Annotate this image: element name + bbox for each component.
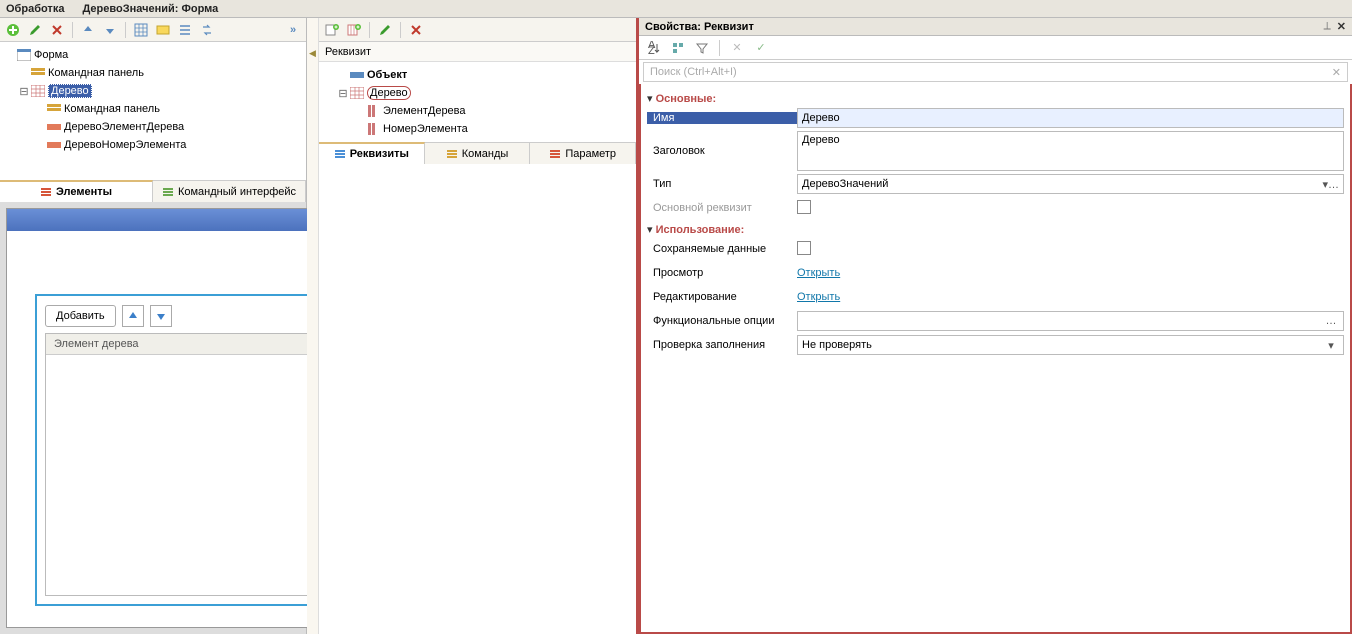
mid-tree: Объект ⊟ Дерево ЭлементДерева НомерЭлеме…	[319, 62, 636, 142]
attr-row-tree[interactable]: ⊟ Дерево	[319, 84, 636, 102]
prop-type: Тип ДеревоЗначений ▾…	[647, 173, 1344, 195]
left-tree: Форма Командная панель ⊟ Дерево Командна…	[0, 42, 306, 180]
delete-icon[interactable]	[407, 21, 425, 39]
tree-row-tree[interactable]: ⊟ Дерево	[0, 82, 306, 100]
field-icon	[349, 68, 365, 82]
sort-icon[interactable]: AZ	[645, 39, 663, 57]
tab-params[interactable]: Параметр	[530, 143, 636, 164]
field-icon	[46, 138, 62, 152]
section-usage[interactable]: Использование:	[647, 223, 1344, 236]
prop-funcopt: Функциональные опции …	[647, 310, 1344, 332]
prop-saved: Сохраняемые данные	[647, 238, 1344, 260]
pin-icon[interactable]: ⟂	[1323, 20, 1330, 33]
prop-view: Просмотр Открыть	[647, 262, 1344, 284]
more-toolbar-icon[interactable]: »	[284, 21, 302, 39]
mid-tabs: Реквизиты Команды Параметр	[319, 142, 636, 164]
section-main[interactable]: Основные:	[647, 92, 1344, 105]
preview-add-button[interactable]: Добавить	[45, 305, 116, 327]
add-icon[interactable]	[4, 21, 22, 39]
left-toolbar: »	[0, 18, 306, 42]
funcopt-input[interactable]: …	[797, 311, 1344, 331]
tree-row-cmdpanel[interactable]: Командная панель	[0, 64, 306, 82]
edit-link[interactable]: Открыть	[797, 291, 840, 303]
add-attr-icon[interactable]	[323, 21, 341, 39]
prop-edit: Редактирование Открыть	[647, 286, 1344, 308]
preview-down-button[interactable]	[150, 305, 172, 327]
form-icon	[16, 48, 32, 62]
edit-icon[interactable]	[376, 21, 394, 39]
tree-row-form[interactable]: Форма	[0, 46, 306, 64]
table-icon	[349, 86, 365, 100]
app-title: Обработка	[6, 3, 64, 15]
attr-row-num[interactable]: НомерЭлемента	[319, 120, 636, 138]
apply-icon[interactable]: ✓	[752, 39, 770, 57]
collapse-icon[interactable]: ⊟	[337, 87, 349, 100]
titlebar: Обработка ДеревоЗначений: Форма	[0, 0, 1352, 18]
tab-cmdiface[interactable]: Командный интерфейс	[153, 181, 306, 202]
name-input[interactable]	[797, 108, 1344, 128]
preview-up-button[interactable]	[122, 305, 144, 327]
filter-icon[interactable]	[693, 39, 711, 57]
prop-name: Имя	[647, 107, 1344, 129]
properties-toolbar: AZ ✕ ✓	[639, 36, 1352, 60]
prop-mainattr: Основной реквизит	[647, 197, 1344, 219]
panel-icon	[46, 102, 62, 116]
prop-title-row: Заголовок Дерево	[647, 131, 1344, 171]
categories-icon[interactable]	[669, 39, 687, 57]
swap-icon[interactable]	[198, 21, 216, 39]
title-input[interactable]: Дерево	[797, 131, 1344, 171]
table-icon	[30, 84, 46, 98]
splitter-left[interactable]: ◀	[307, 18, 319, 634]
form-preview: Еще▾ Добавить Еще▾	[0, 202, 306, 634]
type-select[interactable]: ДеревоЗначений ▾…	[797, 174, 1344, 194]
tab-elements[interactable]: Элементы	[0, 180, 153, 202]
list-icon[interactable]	[176, 21, 194, 39]
view-link[interactable]: Открыть	[797, 267, 840, 279]
clear-icon[interactable]: ✕	[728, 39, 746, 57]
properties-search[interactable]: Поиск (Ctrl+Alt+I) ✕	[643, 62, 1348, 82]
form-title: ДеревоЗначений: Форма	[82, 3, 218, 15]
panel-icon[interactable]	[154, 21, 172, 39]
svg-text:Z: Z	[648, 45, 655, 55]
add-col-icon[interactable]	[345, 21, 363, 39]
edit-icon[interactable]	[26, 21, 44, 39]
properties-title: Свойства: Реквизит ⟂ ✕	[639, 18, 1352, 36]
fillcheck-select[interactable]: Не проверять ▾	[797, 335, 1344, 355]
prop-fillcheck: Проверка заполнения Не проверять ▾	[647, 334, 1344, 356]
delete-icon[interactable]	[48, 21, 66, 39]
column-icon	[365, 122, 381, 136]
clear-search-icon[interactable]: ✕	[1332, 66, 1341, 79]
saved-checkbox[interactable]	[797, 241, 811, 255]
chevron-down-icon[interactable]: ▾	[1323, 339, 1339, 352]
mid-toolbar	[319, 18, 636, 42]
ellipsis-icon[interactable]: …	[1323, 315, 1339, 327]
tree-row-num[interactable]: ДеревоНомерЭлемента	[0, 136, 306, 154]
panel-icon	[30, 66, 46, 80]
close-icon[interactable]: ✕	[1337, 20, 1346, 33]
ellipsis-icon[interactable]: …	[1328, 179, 1339, 191]
left-tabs: Элементы Командный интерфейс	[0, 180, 306, 202]
collapse-icon[interactable]: ⊟	[18, 85, 30, 98]
mid-header: Реквизит	[319, 42, 636, 62]
up-icon[interactable]	[79, 21, 97, 39]
down-icon[interactable]	[101, 21, 119, 39]
tab-cmds[interactable]: Команды	[425, 143, 531, 164]
tab-attrs[interactable]: Реквизиты	[319, 142, 425, 164]
mainattr-checkbox[interactable]	[797, 200, 811, 214]
field-icon	[46, 120, 62, 134]
column-icon	[365, 104, 381, 118]
attr-row-object[interactable]: Объект	[319, 66, 636, 84]
attr-row-elem[interactable]: ЭлементДерева	[319, 102, 636, 120]
grid-icon[interactable]	[132, 21, 150, 39]
tree-row-elem[interactable]: ДеревоЭлементДерева	[0, 118, 306, 136]
col-header-element[interactable]: Элемент дерева	[46, 334, 346, 354]
tree-row-cmdpanel2[interactable]: Командная панель	[0, 100, 306, 118]
